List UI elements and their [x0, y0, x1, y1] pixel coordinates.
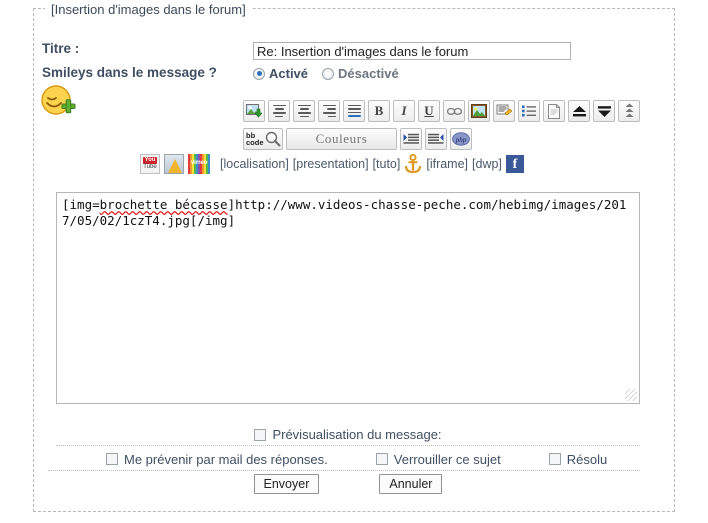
options-row: Me prévenir par mail des réponses. Verro…: [48, 448, 640, 471]
collapse-icon[interactable]: [618, 100, 640, 122]
align-justify-icon[interactable]: [343, 100, 365, 122]
align-center-icon[interactable]: [293, 100, 315, 122]
vimeo-icon[interactable]: vimeo: [188, 154, 210, 174]
quote-icon[interactable]: [493, 100, 515, 122]
notify-label: Me prévenir par mail des réponses.: [124, 451, 328, 467]
align-left-icon[interactable]: [268, 100, 290, 122]
image-icon[interactable]: [468, 100, 490, 122]
preview-checkbox[interactable]: [254, 428, 267, 441]
notify-checkbox[interactable]: [106, 453, 118, 465]
link-icon[interactable]: [443, 100, 465, 122]
preview-label: Prévisualisation du message:: [272, 427, 442, 442]
preview-row: Prévisualisation du message:: [56, 424, 640, 446]
facebook-label: f: [512, 157, 518, 172]
tag-localisation[interactable]: [localisation]: [220, 157, 289, 171]
list-icon[interactable]: [518, 100, 540, 122]
dailymotion-icon[interactable]: [164, 154, 184, 174]
editor-toolbar-row-1: B I U: [243, 100, 640, 122]
title-input[interactable]: [253, 42, 571, 60]
cancel-button[interactable]: Annuler: [379, 474, 443, 494]
bold-button[interactable]: B: [368, 100, 390, 122]
message-textarea[interactable]: [img=brochette bécasse]http://www.videos…: [56, 192, 640, 404]
message-misspelled-word: brochette bécasse: [99, 197, 228, 212]
tag-tuto[interactable]: [tuto]: [373, 157, 401, 171]
lock-checkbox-item[interactable]: Verrouiller ce sujet: [375, 451, 501, 467]
radio-disabled-icon[interactable]: [322, 67, 335, 80]
svg-text:php: php: [455, 136, 467, 144]
solved-checkbox-item[interactable]: Résolu: [548, 451, 608, 467]
submit-button[interactable]: Envoyer: [253, 474, 320, 494]
insert-image-icon[interactable]: [243, 100, 265, 122]
page-icon[interactable]: [543, 100, 565, 122]
move-up-icon[interactable]: [568, 100, 590, 122]
lock-checkbox[interactable]: [375, 453, 388, 465]
message-part1: [img=: [62, 197, 100, 212]
move-down-icon[interactable]: [593, 100, 615, 122]
facebook-icon[interactable]: f: [505, 155, 524, 173]
notify-checkbox-item[interactable]: Me prévenir par mail des réponses.: [106, 452, 328, 467]
italic-button[interactable]: I: [393, 100, 415, 122]
youtube-bottom-text: Tube: [143, 164, 157, 170]
underline-button[interactable]: U: [418, 100, 440, 122]
tag-iframe[interactable]: [iframe]: [426, 157, 468, 171]
indent-icon[interactable]: [400, 128, 422, 150]
outdent-icon[interactable]: [425, 128, 447, 150]
lock-label: Verrouiller ce sujet: [393, 451, 501, 467]
colors-button[interactable]: Couleurs: [286, 128, 397, 150]
editor-toolbar-row-2: bb code Couleurs php: [243, 128, 472, 150]
post-editor-page: [Insertion d'images dans le forum] Titre…: [0, 0, 708, 523]
form-buttons: Envoyer Annuler: [56, 474, 640, 494]
editor-toolbar-row-3: You Tube vimeo [localisation] [presentat…: [140, 153, 524, 174]
bbcode-button[interactable]: bb code: [243, 128, 283, 150]
form-legend: [Insertion d'images dans le forum]: [45, 2, 252, 17]
solved-checkbox[interactable]: [548, 453, 561, 465]
youtube-top-text: You: [142, 157, 158, 164]
smileys-radio-group: Activé Désactivé: [253, 66, 413, 81]
smileys-label: Smileys dans le message ?: [42, 65, 217, 80]
tag-presentation[interactable]: [presentation]: [293, 157, 369, 171]
radio-enabled-label: Activé: [269, 66, 309, 81]
title-label: Titre :: [42, 41, 80, 56]
textarea-resize-handle[interactable]: [625, 389, 637, 401]
preview-checkbox-item[interactable]: Prévisualisation du message:: [254, 427, 442, 442]
add-smiley-icon[interactable]: [40, 84, 77, 121]
anchor-icon[interactable]: [404, 153, 422, 174]
radio-option-disabled[interactable]: Désactivé: [322, 66, 399, 81]
php-icon[interactable]: php: [450, 128, 472, 150]
vimeo-label: vimeo: [190, 160, 208, 166]
youtube-icon[interactable]: You Tube: [140, 154, 160, 174]
bbcode-line2: code: [246, 138, 264, 147]
radio-disabled-label: Désactivé: [338, 66, 399, 81]
align-right-icon[interactable]: [318, 100, 340, 122]
radio-enabled-icon[interactable]: [253, 67, 265, 80]
tag-dwp[interactable]: [dwp]: [472, 157, 502, 171]
solved-label: Résolu: [566, 451, 608, 467]
radio-option-enabled[interactable]: Activé: [253, 66, 308, 81]
